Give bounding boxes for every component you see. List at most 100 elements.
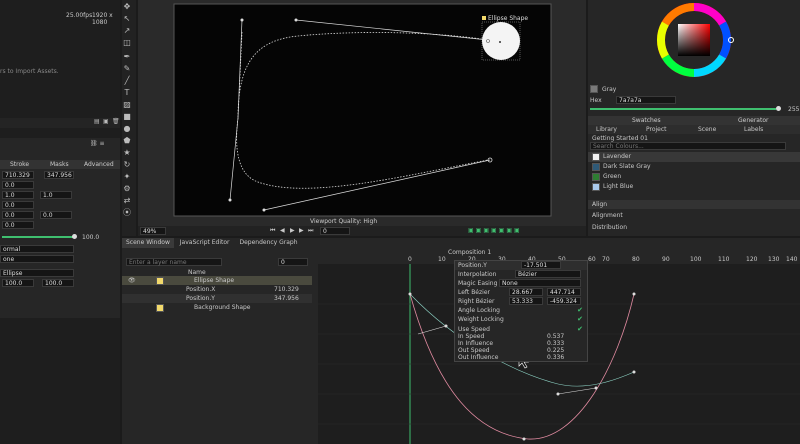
pencil-tool-icon[interactable]: ✎: [122, 64, 132, 74]
menu-angle-locking[interactable]: Angle Locking ✔: [455, 306, 587, 315]
zoom-select[interactable]: 49%: [140, 227, 166, 235]
menu-interpolation[interactable]: Interpolation Bézier: [455, 270, 587, 279]
layer-row-ellipse[interactable]: 👁 Ellipse Shape: [122, 276, 312, 285]
interpolation-select[interactable]: Bézier: [515, 270, 581, 278]
offset-field[interactable]: 0.0: [2, 221, 34, 229]
play-icon[interactable]: ▶: [290, 227, 295, 234]
x-field[interactable]: 710.329: [2, 171, 34, 179]
go-end-icon[interactable]: ⏭: [308, 227, 313, 235]
masks-header[interactable]: Masks: [50, 160, 69, 169]
tab-generator[interactable]: Generator: [738, 116, 768, 125]
star-tool-icon[interactable]: ★: [122, 148, 132, 158]
viewport-canvas[interactable]: [138, 0, 586, 236]
graph-editor[interactable]: 0 10 20 30 40 50 60 70 80 90 100 110 120…: [318, 256, 800, 444]
list-item[interactable]: Light Blue: [588, 182, 800, 192]
subtab-scene[interactable]: Scene: [698, 125, 716, 134]
rectangle-tool-icon[interactable]: ■: [122, 112, 132, 122]
tab-scene-window[interactable]: Scene Window: [122, 238, 174, 248]
step-forward-icon[interactable]: ▶: [299, 227, 304, 234]
select-tool-icon[interactable]: ↖: [122, 14, 132, 24]
opacity-value[interactable]: 100.0: [82, 234, 99, 241]
subtab-labels[interactable]: Labels: [744, 125, 763, 134]
advanced-header[interactable]: Advanced: [84, 160, 114, 169]
tab-javascript-editor[interactable]: JavaScript Editor: [176, 238, 234, 248]
line-tool-icon[interactable]: ╱: [122, 76, 132, 86]
list-item[interactable]: Dark Slate Gray: [588, 162, 800, 172]
right-bezier-a[interactable]: 53.333: [509, 297, 543, 305]
subtab-project[interactable]: Project: [646, 125, 667, 134]
right-bezier-b[interactable]: -459.324: [547, 297, 581, 305]
image-tool-icon[interactable]: ▨: [122, 100, 132, 110]
ellipse-select[interactable]: Ellipse: [0, 269, 74, 277]
go-start-icon[interactable]: ⏮: [270, 227, 275, 235]
in-influence-value[interactable]: 0.333: [547, 340, 564, 347]
opacity-knob[interactable]: [72, 234, 77, 239]
polygon-tool-icon[interactable]: ⬟: [122, 136, 132, 146]
angle-locking-check-icon[interactable]: ✔: [577, 306, 583, 315]
hex-input[interactable]: 7a7a7a: [616, 96, 676, 104]
image-icon[interactable]: ▣: [103, 118, 109, 125]
scale-x-field[interactable]: 1.0: [2, 191, 34, 199]
anchor-y-field[interactable]: 0.0: [40, 211, 72, 219]
y-field[interactable]: 347.956: [44, 171, 74, 179]
rotation-field[interactable]: 0.0: [2, 181, 34, 189]
position-x-value[interactable]: 710.329: [274, 285, 299, 294]
tab-dependency-graph[interactable]: Dependency Graph: [235, 238, 301, 248]
out-influence-value[interactable]: 0.336: [547, 354, 564, 361]
alpha-slider[interactable]: [590, 108, 776, 110]
gear-tool-icon[interactable]: ⚙: [122, 184, 132, 194]
in-speed-value[interactable]: 0.537: [547, 333, 564, 340]
timeline-frame-input[interactable]: 0: [278, 258, 308, 266]
tab-align[interactable]: Align: [592, 200, 607, 209]
swatch-group[interactable]: Getting Started 01: [592, 135, 648, 142]
layer-row-background[interactable]: Background Shape: [122, 303, 312, 312]
menu-magic-easing[interactable]: Magic Easing None: [455, 279, 587, 288]
stroke-header[interactable]: Stroke: [10, 160, 29, 169]
step-back-icon[interactable]: ◀: [280, 227, 285, 234]
pen-tool-icon[interactable]: ✒: [122, 52, 132, 62]
opacity-slider[interactable]: [2, 236, 74, 238]
alpha-knob[interactable]: [776, 106, 781, 111]
layers-tool-icon[interactable]: ◫: [122, 38, 132, 48]
anchor-x-field[interactable]: 0.0: [2, 211, 34, 219]
list-item[interactable]: Green: [588, 172, 800, 182]
magic-easing-select[interactable]: None: [499, 279, 581, 287]
view-options-icons[interactable]: ▣▣▣▣▣▣▣: [468, 227, 522, 234]
menu-title-value[interactable]: -17.501: [521, 261, 561, 269]
ellipse-tool-icon[interactable]: ●: [122, 124, 132, 134]
layer-row-position-y[interactable]: Position.Y 347.956: [122, 294, 312, 303]
alpha-value[interactable]: 255: [788, 106, 799, 113]
arrows-tool-icon[interactable]: ⇄: [122, 196, 132, 206]
layer-row-position-x[interactable]: Position.X 710.329: [122, 285, 312, 294]
menu-weight-locking[interactable]: Weight Locking ✔: [455, 315, 587, 324]
colour-search[interactable]: Search Colours...: [590, 142, 786, 150]
move-tool-icon[interactable]: ✥: [122, 2, 132, 12]
frame-field[interactable]: 0: [320, 227, 350, 235]
size-y-field[interactable]: 100.0: [42, 279, 74, 287]
layer-search[interactable]: Enter a layer name: [126, 258, 222, 266]
list-item[interactable]: Lavender: [588, 152, 800, 162]
spark-tool-icon[interactable]: ✦: [122, 172, 132, 182]
left-bezier-b[interactable]: 447.714: [547, 288, 581, 296]
blend-mode-select[interactable]: ormal: [0, 245, 74, 253]
tab-swatches[interactable]: Swatches: [632, 116, 661, 125]
menu-icon[interactable]: ≡: [100, 140, 105, 147]
dropper-tool-icon[interactable]: ⦿: [122, 208, 132, 218]
out-speed-value[interactable]: 0.225: [547, 347, 564, 354]
mode-select[interactable]: one: [0, 255, 74, 263]
left-bezier-a[interactable]: 28.667: [509, 288, 543, 296]
eye-icon[interactable]: 👁: [128, 276, 136, 285]
current-color-swatch[interactable]: [590, 85, 598, 93]
trash-icon[interactable]: 🗑: [112, 118, 120, 125]
node-tool-icon[interactable]: ↗: [122, 26, 132, 36]
color-wheel[interactable]: [654, 0, 734, 80]
subtab-library[interactable]: Library: [596, 125, 617, 134]
folder-icon[interactable]: ▤: [94, 118, 100, 125]
link-icon[interactable]: ⛓: [90, 140, 98, 147]
skew-field[interactable]: 0.0: [2, 201, 34, 209]
scale-y-field[interactable]: 1.0: [40, 191, 72, 199]
spiral-tool-icon[interactable]: ↻: [122, 160, 132, 170]
size-x-field[interactable]: 100.0: [2, 279, 34, 287]
weight-locking-check-icon[interactable]: ✔: [577, 315, 583, 324]
text-tool-icon[interactable]: T: [122, 88, 132, 98]
